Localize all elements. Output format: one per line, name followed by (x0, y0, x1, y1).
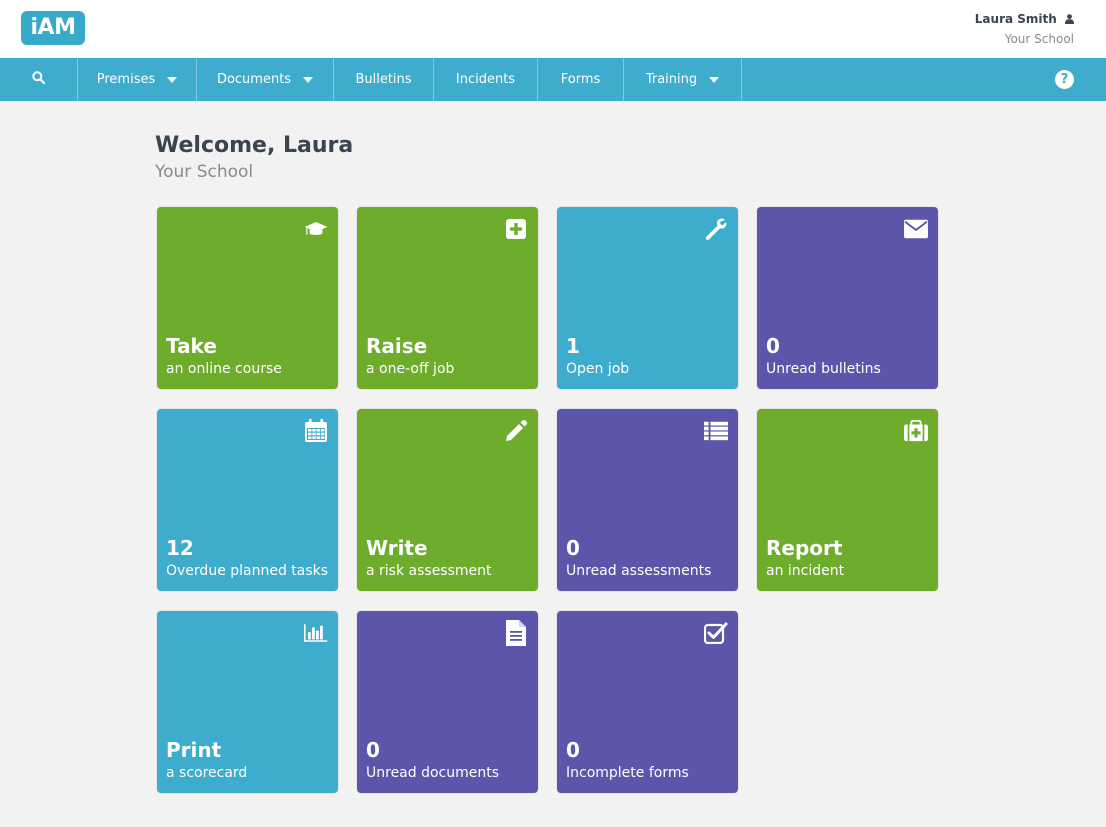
tile-big-text: 0 (566, 738, 580, 762)
nav-bulletins[interactable]: Bulletins (334, 58, 434, 101)
bar-chart-icon (304, 621, 328, 645)
tile-big-text: 0 (566, 536, 580, 560)
tile-bulletins[interactable]: 0 Unread bulletins (757, 207, 938, 389)
tile-big-text: 0 (766, 334, 780, 358)
tile-big-text: Raise (366, 334, 428, 358)
envelope-icon (904, 217, 928, 241)
tile-sub-text: an online course (166, 361, 282, 377)
tile-take-course[interactable]: Take an online course (157, 207, 338, 389)
tile-big-text: 0 (366, 738, 380, 762)
caret-down-icon (303, 76, 314, 83)
calendar-icon (304, 419, 328, 443)
tile-unread-documents[interactable]: 0 Unread documents (357, 611, 538, 793)
tile-sub-text: a one-off job (366, 361, 455, 377)
tile-sub-text: Incomplete forms (566, 765, 689, 781)
tile-print-scorecard[interactable]: Print a scorecard (157, 611, 338, 793)
tile-unread-assessments[interactable]: 0 Unread assessments (557, 409, 738, 591)
main-nav: Premises Documents Bulletins Incidents F… (0, 58, 1106, 101)
tile-big-text: 1 (566, 334, 580, 358)
help-icon[interactable]: ? (1055, 70, 1074, 89)
wrench-icon (704, 217, 728, 241)
tile-incomplete-forms[interactable]: 0 Incomplete forms (557, 611, 738, 793)
checkbox-icon (704, 621, 728, 645)
tile-sub-text: an incident (766, 563, 845, 579)
plus-square-icon (504, 217, 528, 241)
tile-sub-text: a scorecard (166, 765, 248, 781)
tile-sub-text: Unread documents (366, 765, 500, 781)
caret-down-icon (167, 76, 178, 83)
top-header: iAM Laura Smith Your School (0, 0, 1106, 58)
tile-big-text: Take (166, 334, 217, 358)
tile-big-text: Write (366, 536, 428, 560)
tile-big-text: 12 (166, 536, 194, 560)
tile-sub-text: Open job (566, 361, 630, 377)
caret-down-icon (709, 76, 720, 83)
nav-search-button[interactable] (0, 58, 78, 101)
nav-forms[interactable]: Forms (538, 58, 624, 101)
tile-sub-text: Overdue planned tasks (166, 563, 329, 579)
tile-sub-text: a risk assessment (366, 563, 492, 579)
tile-big-text: Report (766, 536, 843, 560)
nav-documents[interactable]: Documents (197, 58, 334, 101)
nav-premises[interactable]: Premises (78, 58, 197, 101)
tile-sub-text: Unread bulletins (766, 361, 881, 377)
list-icon (704, 419, 728, 443)
welcome-subtitle: Your School (155, 162, 254, 182)
tile-sub-text: Unread assessments (566, 563, 712, 579)
search-icon (32, 71, 46, 88)
nav-incidents[interactable]: Incidents (434, 58, 538, 101)
tile-big-text: Print (166, 738, 222, 762)
nav-training[interactable]: Training (624, 58, 742, 101)
tile-raise-job[interactable]: Raise a one-off job (357, 207, 538, 389)
tile-write-assessment[interactable]: Write a risk assessment (357, 409, 538, 591)
tile-overdue-tasks[interactable]: 12 Overdue planned tasks (157, 409, 338, 591)
tile-open-job[interactable]: 1 Open job (557, 207, 738, 389)
user-icon (1065, 13, 1074, 28)
user-school: Your School (1004, 32, 1074, 46)
pencil-icon (504, 419, 528, 443)
medkit-icon (904, 419, 928, 443)
document-icon (504, 620, 528, 646)
welcome-title: Welcome, Laura (155, 133, 354, 158)
graduation-cap-icon (304, 217, 328, 241)
user-block[interactable]: Laura Smith Your School (975, 12, 1074, 47)
tile-report-incident[interactable]: Report an incident (757, 409, 938, 591)
user-name[interactable]: Laura Smith (975, 12, 1057, 26)
iam-logo[interactable]: iAM (21, 11, 85, 45)
